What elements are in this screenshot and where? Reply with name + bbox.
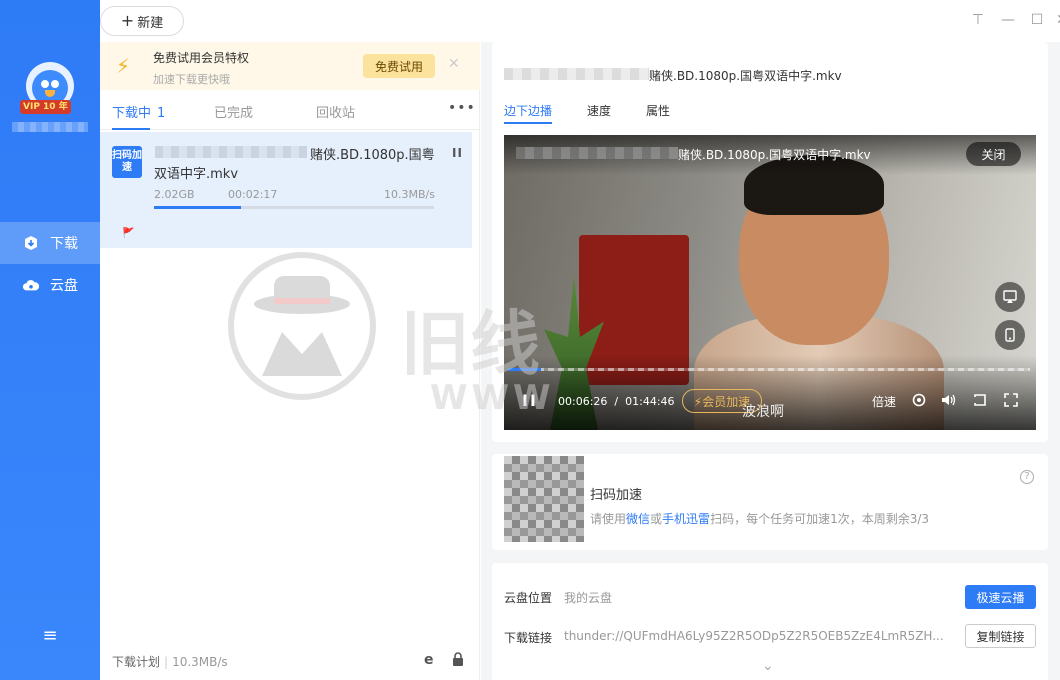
download-plan-label: 下载计划 [112,655,161,669]
flag-icon: 🚩 [122,228,135,239]
more-icon[interactable]: ••• [448,100,476,116]
phone-icon[interactable] [995,320,1025,350]
menu-icon[interactable]: ≡ [41,627,59,645]
total-time: 01:44:46 [625,395,675,408]
browser-icon[interactable]: e [424,652,440,668]
active-tab-underline [504,122,552,124]
seek-bar-fill [508,368,541,371]
close-icon[interactable]: ✕ [448,56,460,72]
maximize-icon[interactable]: ☐ [1029,12,1045,28]
tab-recycle[interactable]: 回收站 [316,102,355,121]
screen-icon[interactable] [973,393,987,410]
task-speed: 10.3MB/s [384,188,435,201]
file-type-icon: 扫码加速 [112,146,142,178]
qr-code [504,456,584,542]
pause-icon[interactable]: II [522,391,538,410]
play-while-download-card: 赌侠.BD.1080p.国粤双语中字.mkv 边下边播 速度 属性 赌侠.BD.… [492,42,1048,442]
file-name-blurred [504,68,649,80]
video-title: 赌侠.BD.1080p.国粤双语中字.mkv [678,148,871,162]
fast-cloud-play-button[interactable]: 极速云播 [965,585,1036,609]
free-trial-button[interactable]: 免费试用 [363,54,435,78]
wechat-link[interactable]: 微信 [626,512,650,526]
pause-icon[interactable]: II [452,146,463,160]
tab-properties[interactable]: 属性 [646,102,670,119]
task-elapsed: 00:02:17 [228,188,278,201]
current-time: 00:06:26 [558,395,608,408]
top-bar: + 新建 ⊤ — ☐ ✕ [100,0,1060,42]
nav-cloud[interactable]: 云盘 [0,264,100,306]
tab-downloading[interactable]: 下载中 1 [112,102,165,121]
scan-desc-pre: 请使用 [590,512,627,526]
task-list-panel: ⚡ 免费试用会员特权 加速下载更快哦 免费试用 ✕ 下载中 1 已完成 回收站 •… [100,42,480,680]
scan-description: 请使用微信或手机迅雷扫码，每个任务可加速1次，本周剩余3/3 [590,510,929,527]
cloud-location-value: 我的云盘 [564,591,613,605]
promo-title: 免费试用会员特权 [153,51,250,65]
tab-downloading-count: 1 [157,106,166,121]
lock-icon[interactable] [452,652,466,668]
file-name-blurred [155,146,307,158]
task-tabs: 下载中 1 已完成 回收站 ••• [100,90,480,130]
nav-download[interactable]: 下载 [0,222,100,264]
close-player-button[interactable]: 关闭 [966,142,1021,166]
video-time: 00:06:26 / 01:44:46 [558,395,675,408]
download-icon [22,234,40,252]
task-row[interactable]: 扫码加速 赌侠.BD.1080p.国粤 双语中字.mkv II 2.02GB 0… [100,132,472,248]
seek-bar[interactable] [508,368,1030,371]
task-size: 2.02GB [154,188,195,201]
eye-icon [41,80,49,88]
promo-subtitle: 加速下载更快哦 [153,73,230,86]
divider: | [164,655,169,669]
nav-download-label: 下载 [50,236,78,252]
volume-icon[interactable] [941,393,957,410]
minimize-icon[interactable]: — [1000,12,1016,28]
promo-banner: ⚡ 免费试用会员特权 加速下载更快哦 免费试用 ✕ [100,42,480,90]
download-plan[interactable]: 下载计划 | 10.3MB/s [112,653,228,670]
download-link-value[interactable]: thunder://QUFmdHA6Ly95Z2R5ODp5Z2R5OEB5Zz… [564,629,944,643]
cloud-icon [22,276,40,294]
thunder-app-link[interactable]: 手机迅雷 [662,512,710,526]
scan-title: 扫码加速 [590,488,643,503]
task-progress-bar [154,206,434,209]
tab-speed[interactable]: 速度 [587,102,611,119]
help-icon[interactable]: ? [1020,470,1034,484]
new-task-button[interactable]: + 新建 [100,6,184,36]
plus-icon: + [120,11,135,30]
cloud-info-card: 云盘位置 我的云盘 极速云播 下载链接 thunder://QUFmdHA6Ly… [492,563,1048,680]
cast-icon[interactable] [995,282,1025,312]
scan-desc-post: 扫码，每个任务可加速1次，本周剩余3/3 [710,512,930,526]
tab-completed[interactable]: 已完成 [214,102,253,121]
tab-downloading-label: 下载中 [112,106,152,121]
video-player[interactable]: 赌侠.BD.1080p.国粤双语中字.mkv 关闭 II 00:06:26 / … [504,135,1036,430]
time-separator: / [614,395,619,408]
scan-accelerate-card: 扫码加速 请使用微信或手机迅雷扫码，每个任务可加速1次，本周剩余3/3 ? [492,454,1048,550]
video-title-blurred [516,147,678,159]
playback-speed-button[interactable]: 倍速 [872,393,896,410]
sidebar: VIP 10 年 下载 云盘 ≡ [0,0,100,680]
copy-link-button[interactable]: 复制链接 [965,624,1036,648]
lightning-icon: ⚡ [116,54,131,78]
download-link-label: 下载链接 [504,631,553,645]
new-task-label: 新建 [137,15,164,31]
chevron-down-icon[interactable]: ⌄ [762,658,774,674]
video-subtitle: 波浪啊 [742,404,784,420]
nav-cloud-label: 云盘 [50,278,78,294]
task-name-line1: 赌侠.BD.1080p.国粤 [310,148,435,163]
eye-icon [51,80,59,88]
footer-speed: 10.3MB/s [172,655,228,669]
close-window-icon[interactable]: ✕ [1054,12,1060,28]
detail-file-name: 赌侠.BD.1080p.国粤双语中字.mkv [649,69,842,83]
username-blurred [12,122,88,132]
scan-desc-or: 或 [650,512,663,526]
vip-badge[interactable]: VIP 10 年 [20,100,71,114]
active-tab-underline [112,128,150,130]
fullscreen-icon[interactable] [1004,393,1018,410]
cloud-location-label: 云盘位置 [504,591,553,605]
task-progress-fill [154,206,241,209]
tab-play-while-download[interactable]: 边下边播 [504,102,552,119]
settings-icon[interactable] [912,393,926,410]
pin-icon[interactable]: ⊤ [970,12,986,28]
task-name-line2: 双语中字.mkv [154,167,239,182]
